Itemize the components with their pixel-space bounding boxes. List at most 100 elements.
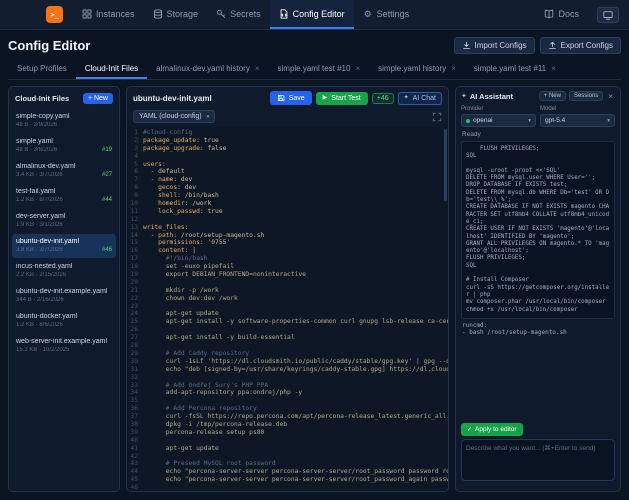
nav-item-settings[interactable]: ⚙Settings: [354, 0, 419, 29]
file-item-ubuntu-dev-init-example-yaml[interactable]: ubuntu-dev-init.example.yaml344 B · 2/16…: [12, 284, 116, 308]
line-number: 32: [127, 374, 143, 382]
file-item-simple-copy-yaml[interactable]: simple-copy.yaml48 B · 3/9/2026: [12, 109, 116, 133]
code-text: apt-get install -y software-properties-c…: [143, 318, 448, 326]
tab-simple-yaml-test-11[interactable]: simple.yaml test #11×: [465, 59, 565, 79]
sparkle-icon: ✦: [461, 93, 467, 100]
file-item-dev-server-yaml[interactable]: dev-server.yaml1.9 KB · 3/1/2026: [12, 209, 116, 233]
tab-cloud-init-files[interactable]: Cloud-Init Files: [76, 59, 147, 79]
code-line: 22 chown dev:dev /work: [127, 295, 448, 303]
editor-scroll-thumb[interactable]: [444, 129, 447, 201]
code-line: 18 set -euxo pipefail: [127, 263, 448, 271]
tab-label: almalinux-dev.yaml history: [156, 64, 250, 73]
file-item-ubuntu-dev-init-yaml[interactable]: ubuntu-dev-init.yaml3.8 KB · 3/7/2026#46: [12, 234, 116, 258]
tab-simple-yaml-history[interactable]: simple.yaml history×: [369, 59, 465, 79]
tab-close-icon[interactable]: ×: [451, 64, 456, 73]
terminal-logo-icon: >_: [50, 11, 58, 19]
export-configs-button[interactable]: Export Configs: [540, 37, 621, 54]
file-meta-row: 1.2 KB · 8/7/2026#44: [16, 197, 112, 203]
assistant-code-block: FLUSH PRIVILEGES; SQL mysql -uroot -proo…: [461, 141, 615, 319]
code-text: [143, 453, 448, 461]
editor-header: ubuntu-dev-init.yaml Save ▶ Start Test +…: [127, 87, 448, 108]
nav-docs[interactable]: Docs: [535, 9, 588, 21]
save-button[interactable]: Save: [270, 91, 312, 105]
file-item-incus-nested-yaml[interactable]: incus-nested.yaml2.2 KB · 2/15/2026: [12, 259, 116, 283]
header-actions: Import Configs Export Configs: [454, 37, 622, 54]
code-line: 34 add-apt-repository ppa:ondrej/php -y: [127, 389, 448, 397]
file-meta-row: 48 B · 3/9/2026: [16, 122, 112, 128]
code-line: 16 content: |: [127, 247, 448, 255]
ai-sessions-button[interactable]: Sessions: [569, 91, 603, 101]
tab-close-icon[interactable]: ×: [355, 64, 360, 73]
code-text: apt-get update: [143, 310, 448, 318]
file-meta: 3.4 KB · 3/7/2026: [16, 172, 63, 178]
file-item-ubuntu-docker-yaml[interactable]: ubuntu-docker.yaml1.2 KB · 8/6/2026: [12, 309, 116, 333]
apply-to-editor-button[interactable]: ✓ Apply to editor: [461, 423, 523, 436]
line-number: 6: [127, 168, 143, 176]
tab-close-icon[interactable]: ×: [551, 64, 556, 73]
code-line: 10 homedir: /work: [127, 200, 448, 208]
file-item-web-server-init-example-yaml[interactable]: web-server-init.example.yaml15.3 KB · 10…: [12, 334, 116, 358]
code-editor[interactable]: 1#cloud-config2package_update: true3pack…: [127, 127, 448, 491]
ai-assistant-panel: ✦ AI Assistant + New Sessions × Provider…: [455, 86, 621, 492]
line-number: 26: [127, 326, 143, 334]
file-item-test-fail-yaml[interactable]: test-fail.yaml1.2 KB · 8/7/2026#44: [12, 184, 116, 208]
line-number: 18: [127, 263, 143, 271]
new-file-button[interactable]: + New: [83, 93, 113, 104]
editor-scrollbar[interactable]: [444, 129, 447, 489]
nav-item-config-editor[interactable]: Config Editor: [270, 0, 354, 29]
provider-select-value: openai: [473, 117, 525, 124]
code-text: [143, 437, 448, 445]
line-number: 43: [127, 460, 143, 468]
line-number: 36: [127, 405, 143, 413]
tab-simple-yaml-test-10[interactable]: simple.yaml test #10×: [269, 59, 370, 79]
book-icon: [544, 9, 554, 19]
code-line: 36 # Add Percona repository: [127, 405, 448, 413]
code-line: 8 gecos: dev: [127, 184, 448, 192]
nav-item-secrets[interactable]: Secrets: [207, 0, 270, 29]
nav-item-label: Settings: [377, 9, 410, 19]
code-text: # Preseed MySQL root password: [143, 460, 448, 468]
play-icon: ▶: [323, 95, 328, 101]
code-line: 31 echo "deb [signed-by=/usr/share/keyri…: [127, 366, 448, 374]
console-button[interactable]: [597, 7, 619, 23]
line-number: 44: [127, 468, 143, 476]
language-select[interactable]: YAML (cloud-config) ▾: [133, 110, 215, 123]
check-icon: ✓: [467, 427, 472, 433]
code-text: - path: /root/setup-magento.sh: [143, 232, 448, 240]
import-configs-label: Import Configs: [475, 41, 527, 50]
ai-prompt-input[interactable]: [461, 439, 615, 481]
line-number: 33: [127, 382, 143, 390]
code-text: echo "deb [signed-by=/usr/share/keyrings…: [143, 366, 448, 374]
code-line: 41 apt-get update: [127, 445, 448, 453]
ai-new-session-button[interactable]: + New: [539, 91, 566, 101]
close-icon[interactable]: ×: [606, 92, 615, 101]
expand-editor-button[interactable]: [432, 112, 442, 122]
monitor-icon: [603, 10, 613, 20]
ai-chat-area[interactable]: FLUSH PRIVILEGES; SQL mysql -uroot -proo…: [461, 141, 615, 414]
chevron-down-icon: ▾: [607, 118, 610, 124]
line-number: 8: [127, 184, 143, 192]
file-item-simple-yaml[interactable]: simple.yaml48 B · 3/8/2026#19: [12, 134, 116, 158]
code-line: 14 - path: /root/setup-magento.sh: [127, 232, 448, 240]
nav-item-instances[interactable]: Instances: [73, 0, 144, 29]
tab-close-icon[interactable]: ×: [255, 64, 260, 73]
code-text: - name: dev: [143, 176, 448, 184]
tab-almalinux-dev-yaml-history[interactable]: almalinux-dev.yaml history ×: [147, 59, 268, 79]
code-text: [143, 397, 448, 405]
ai-chat-button[interactable]: ✦ AI Chat: [398, 92, 442, 105]
import-icon: [462, 41, 471, 50]
code-text: curl -1sLf 'https://dl.cloudsmith.io/pub…: [143, 358, 448, 366]
tab-setup-profiles[interactable]: Setup Profiles: [8, 59, 76, 79]
start-test-button[interactable]: ▶ Start Test: [316, 92, 368, 105]
model-select[interactable]: gpt-5.4 ▾: [540, 114, 615, 127]
line-number: 11: [127, 208, 143, 216]
ai-status-text: Ready: [456, 131, 620, 141]
file-item-almalinux-dev-yaml[interactable]: almalinux-dev.yaml3.4 KB · 3/7/2026#27: [12, 159, 116, 183]
nav-item-label: Secrets: [230, 9, 261, 19]
provider-select[interactable]: openai ▾: [461, 114, 536, 127]
app-logo[interactable]: >_: [46, 6, 63, 23]
import-configs-button[interactable]: Import Configs: [454, 37, 535, 54]
file-meta-row: 3.4 KB · 3/7/2026#27: [16, 172, 112, 178]
file-name: incus-nested.yaml: [16, 263, 112, 270]
nav-item-storage[interactable]: Storage: [144, 0, 208, 29]
